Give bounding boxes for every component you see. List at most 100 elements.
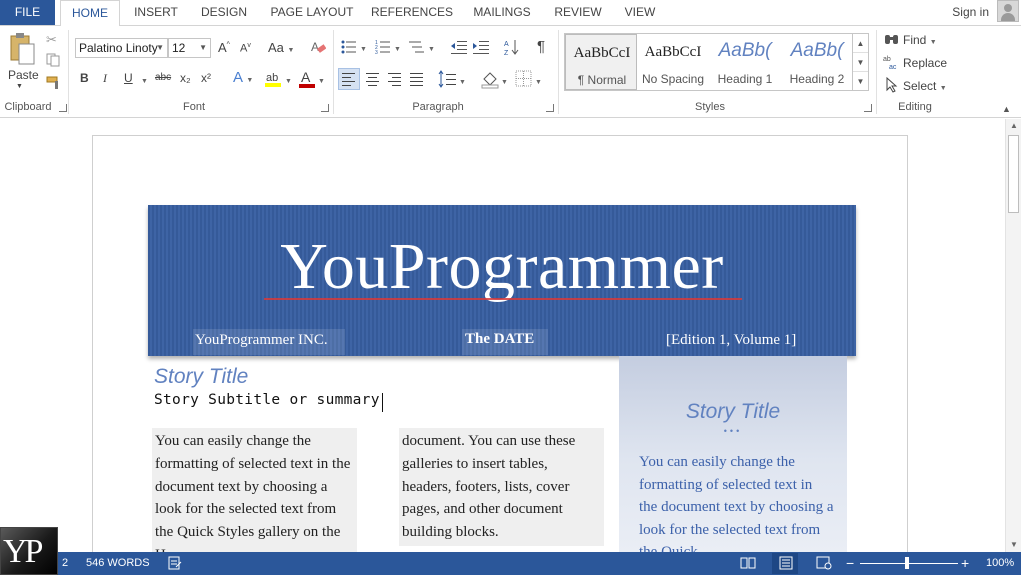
- banner-title[interactable]: YouProgrammer: [148, 229, 856, 305]
- paste-icon[interactable]: [8, 32, 36, 66]
- company-field[interactable]: YouProgrammer INC.: [195, 332, 328, 349]
- chevron-up-icon[interactable]: ▲: [853, 34, 868, 53]
- style-heading-2[interactable]: AaBb( Heading 2: [781, 34, 853, 90]
- borders-dropdown-arrow[interactable]: ▼: [535, 73, 542, 87]
- replace-button[interactable]: Replace: [903, 56, 947, 70]
- text-effects-button[interactable]: A ▼: [233, 69, 253, 86]
- style-normal[interactable]: AaBbCcI ¶ Normal: [565, 34, 637, 90]
- find-icon[interactable]: [884, 32, 900, 49]
- zoom-slider-track[interactable]: [860, 563, 958, 564]
- column-2-text[interactable]: document. You can use these galleries to…: [399, 428, 604, 546]
- font-launcher-icon[interactable]: [321, 104, 329, 112]
- italic-button[interactable]: I: [103, 71, 107, 86]
- bullets-icon[interactable]: [341, 40, 357, 54]
- font-family-combo[interactable]: Palatino Linoty ▼: [75, 38, 168, 58]
- find-button[interactable]: Find ▼: [903, 33, 937, 47]
- tab-references[interactable]: REFERENCES: [368, 0, 456, 25]
- shading-icon[interactable]: [480, 69, 500, 89]
- zoom-in-button[interactable]: +: [961, 552, 969, 575]
- show-formatting-marks-button[interactable]: ¶: [537, 38, 545, 55]
- sort-icon[interactable]: AZ: [504, 38, 520, 57]
- tab-home[interactable]: HOME: [60, 0, 120, 26]
- paragraph-launcher-icon[interactable]: [546, 104, 554, 112]
- tab-insert[interactable]: INSERT: [126, 0, 186, 25]
- align-right-icon[interactable]: [385, 69, 405, 89]
- vertical-scrollbar[interactable]: ▲ ▼: [1005, 119, 1021, 552]
- clipboard-launcher-icon[interactable]: [59, 104, 67, 112]
- edition-field[interactable]: [Edition 1, Volume 1]: [666, 332, 796, 349]
- scroll-up-icon[interactable]: ▲: [1006, 119, 1021, 133]
- collapse-ribbon-icon[interactable]: ▲: [1002, 104, 1011, 114]
- underline-dropdown-arrow[interactable]: ▼: [141, 72, 148, 86]
- column-1-text[interactable]: You can easily change the formatting of …: [152, 428, 357, 552]
- shrink-font-button[interactable]: Av: [240, 42, 251, 55]
- user-avatar-icon[interactable]: [997, 0, 1019, 22]
- style-no-spacing[interactable]: AaBbCcI No Spacing: [637, 34, 709, 90]
- tab-design[interactable]: DESIGN: [194, 0, 254, 25]
- tab-review[interactable]: REVIEW: [548, 0, 608, 25]
- paste-dropdown-arrow[interactable]: ▼: [16, 83, 23, 90]
- story-title[interactable]: Story Title: [154, 365, 248, 389]
- change-case-button[interactable]: Aa ▼: [268, 40, 294, 55]
- increase-indent-icon[interactable]: [473, 40, 489, 54]
- scroll-thumb[interactable]: [1008, 135, 1019, 213]
- justify-icon[interactable]: [407, 69, 427, 89]
- scroll-down-icon[interactable]: ▼: [1006, 538, 1021, 552]
- tab-view[interactable]: VIEW: [616, 0, 664, 25]
- superscript-button[interactable]: x²: [201, 71, 211, 85]
- tab-mailings[interactable]: MAILINGS: [466, 0, 538, 25]
- numbering-dropdown-arrow[interactable]: ▼: [394, 40, 401, 54]
- decrease-indent-icon[interactable]: [451, 40, 467, 54]
- copy-icon[interactable]: [46, 53, 60, 67]
- font-color-dropdown-arrow[interactable]: ▼: [318, 72, 325, 86]
- word-count[interactable]: 546 WORDS: [86, 552, 150, 575]
- select-button[interactable]: Select ▼: [903, 79, 947, 93]
- read-mode-icon[interactable]: [740, 556, 756, 570]
- paste-button[interactable]: Paste: [8, 68, 39, 82]
- multilevel-dropdown-arrow[interactable]: ▼: [428, 40, 435, 54]
- bullets-dropdown-arrow[interactable]: ▼: [360, 40, 367, 54]
- align-left-icon[interactable]: [338, 68, 360, 90]
- subscript-button[interactable]: x₂: [180, 71, 191, 85]
- story-subtitle[interactable]: Story Subtitle or summary: [154, 392, 380, 408]
- sidebar-text[interactable]: You can easily change the formatting of …: [639, 451, 834, 552]
- format-painter-icon[interactable]: [46, 76, 62, 90]
- highlight-icon[interactable]: ab: [264, 70, 282, 88]
- zoom-out-button[interactable]: −: [846, 552, 854, 575]
- borders-icon[interactable]: [514, 69, 534, 89]
- styles-launcher-icon[interactable]: [864, 104, 872, 112]
- page-number[interactable]: 2: [62, 552, 68, 575]
- line-spacing-dropdown-arrow[interactable]: ▼: [459, 73, 466, 87]
- tab-page-layout[interactable]: PAGE LAYOUT: [262, 0, 362, 25]
- more-styles-icon[interactable]: ▼: [853, 72, 868, 91]
- font-color-icon[interactable]: A: [298, 69, 316, 89]
- clear-formatting-icon[interactable]: A: [310, 39, 327, 55]
- highlight-dropdown-arrow[interactable]: ▼: [285, 72, 292, 86]
- sidebar-panel[interactable]: Story Title ••• You can easily change th…: [619, 356, 847, 552]
- zoom-slider-thumb[interactable]: [905, 557, 909, 569]
- underline-button[interactable]: U: [124, 71, 133, 85]
- sidebar-title[interactable]: Story Title: [619, 400, 847, 424]
- numbering-icon[interactable]: 123: [375, 40, 391, 56]
- newsletter-banner[interactable]: YouProgrammer YouProgrammer INC. The DAT…: [148, 205, 856, 356]
- replace-icon[interactable]: ab ac: [883, 54, 901, 71]
- date-field[interactable]: The DATE: [465, 331, 534, 348]
- line-spacing-icon[interactable]: [438, 69, 458, 89]
- sign-in-link[interactable]: Sign in: [952, 0, 989, 25]
- document-canvas[interactable]: YouProgrammer YouProgrammer INC. The DAT…: [0, 119, 1005, 552]
- strikethrough-button[interactable]: abc: [155, 72, 171, 83]
- shading-dropdown-arrow[interactable]: ▼: [501, 73, 508, 87]
- font-size-combo[interactable]: 12 ▼: [168, 38, 211, 58]
- cursor-arrow-icon[interactable]: [885, 76, 899, 93]
- zoom-level[interactable]: 100%: [986, 552, 1014, 575]
- align-center-icon[interactable]: [363, 69, 383, 89]
- multilevel-list-icon[interactable]: [409, 40, 425, 54]
- grow-font-button[interactable]: A^: [218, 40, 230, 55]
- cut-icon[interactable]: ✂: [46, 32, 57, 48]
- bold-button[interactable]: B: [80, 71, 89, 85]
- proofing-icon[interactable]: [168, 556, 182, 570]
- document-page[interactable]: YouProgrammer YouProgrammer INC. The DAT…: [92, 135, 908, 552]
- web-layout-icon[interactable]: [816, 556, 832, 570]
- tab-file[interactable]: FILE: [0, 0, 55, 25]
- style-heading-1[interactable]: AaBb( Heading 1: [709, 34, 781, 90]
